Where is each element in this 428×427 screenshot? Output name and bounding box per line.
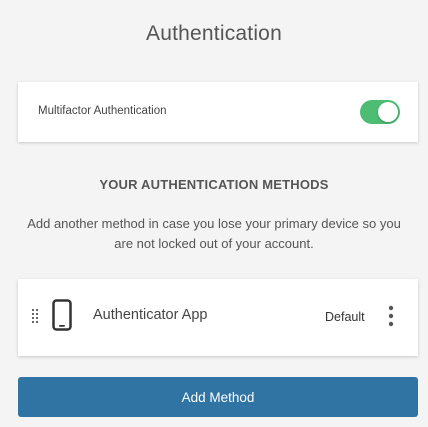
add-method-button[interactable]: Add Method [18, 377, 418, 417]
methods-heading: YOUR AUTHENTICATION METHODS [99, 177, 329, 192]
phone-icon [52, 299, 72, 331]
drag-handle-icon[interactable] [31, 308, 39, 326]
toggle-knob [378, 102, 398, 122]
mfa-label: Multifactor Authentication [38, 105, 167, 117]
method-name: Authenticator App [93, 307, 208, 323]
mfa-card: Multifactor Authentication [18, 82, 418, 142]
mfa-toggle[interactable] [360, 100, 400, 124]
page-title: Authentication [146, 22, 282, 45]
default-badge: Default [325, 310, 365, 324]
method-item: Authenticator App Default [18, 279, 418, 356]
more-vertical-icon[interactable] [385, 304, 397, 328]
methods-description: Add another method in case you lose your… [27, 216, 401, 251]
